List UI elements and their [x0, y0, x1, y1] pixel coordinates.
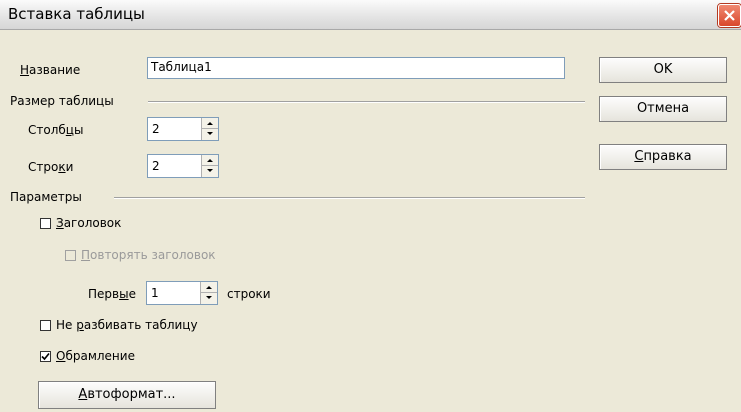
params-group-separator	[114, 197, 585, 199]
dont-split-label: Не разбивать таблицу	[56, 318, 198, 332]
help-button[interactable]: Справка	[599, 144, 727, 170]
first-rows-up-button[interactable]	[201, 282, 217, 293]
name-input[interactable]: Таблица1	[147, 57, 565, 79]
autoformat-button[interactable]: Автоформат...	[38, 381, 216, 409]
ok-button[interactable]: OK	[599, 57, 727, 83]
first-rows-down-button[interactable]	[201, 293, 217, 304]
close-icon	[724, 10, 735, 21]
cancel-button[interactable]: Отмена	[599, 96, 727, 122]
spin-up-icon	[207, 159, 213, 162]
rows-up-button[interactable]	[202, 155, 218, 166]
first-rows-label: Первые	[88, 287, 136, 301]
size-group-separator	[148, 101, 585, 103]
border-checkbox[interactable]	[40, 351, 51, 362]
spin-down-icon	[207, 132, 213, 135]
spin-down-icon	[206, 296, 212, 299]
heading-label: Заголовок	[56, 216, 122, 230]
close-button[interactable]	[718, 4, 741, 27]
heading-checkbox[interactable]	[40, 218, 51, 229]
dont-split-checkbox[interactable]	[40, 320, 51, 331]
rows-label: Строки	[28, 160, 74, 174]
columns-label: Столбцы	[28, 123, 84, 137]
name-label: Название	[20, 63, 81, 77]
border-label: Обрамление	[56, 349, 135, 363]
repeat-heading-checkbox[interactable]	[65, 250, 76, 261]
spin-up-icon	[206, 286, 212, 289]
window-title: Вставка таблицы	[8, 5, 145, 23]
columns-spinner[interactable]: 2	[147, 117, 219, 141]
params-group-title: Параметры	[10, 190, 82, 204]
title-bar: Вставка таблицы	[0, 0, 741, 30]
rows-spinner[interactable]: 2	[147, 154, 219, 178]
first-rows-suffix: строки	[227, 287, 271, 301]
columns-up-button[interactable]	[202, 118, 218, 129]
spin-down-icon	[207, 169, 213, 172]
repeat-heading-label: Повторять заголовок	[81, 248, 216, 262]
columns-down-button[interactable]	[202, 129, 218, 140]
first-rows-spinner[interactable]: 1	[146, 281, 218, 305]
spin-up-icon	[207, 122, 213, 125]
size-group-title: Размер таблицы	[10, 94, 114, 108]
dialog-body: Название Таблица1 Размер таблицы Столбцы…	[0, 30, 741, 412]
checkmark-icon	[41, 352, 50, 361]
rows-down-button[interactable]	[202, 166, 218, 177]
